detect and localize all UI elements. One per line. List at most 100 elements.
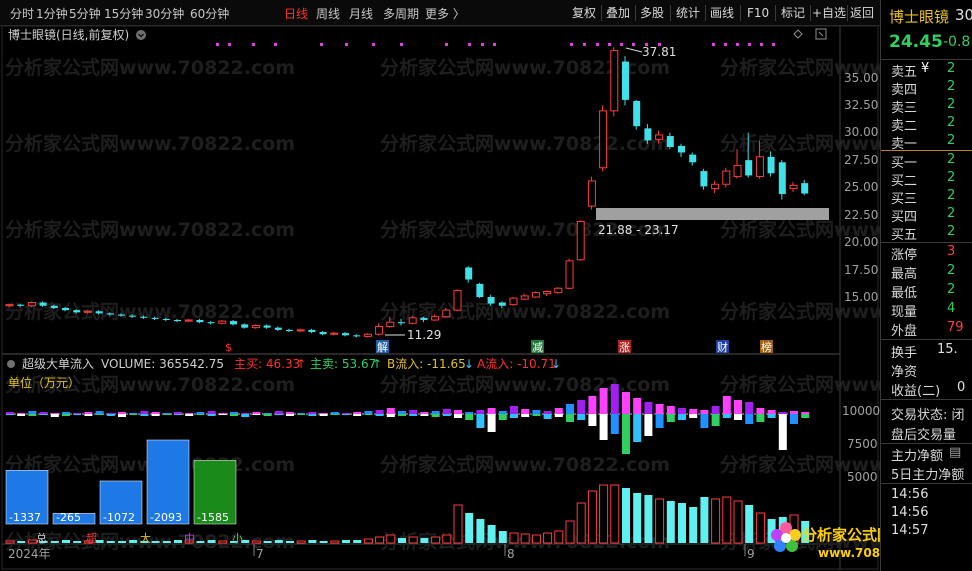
outflow-bar <box>28 414 37 416</box>
panel-divider <box>881 339 972 340</box>
bid-row-3[interactable]: 买三 2 <box>881 187 972 206</box>
tab-more[interactable]: 更多 〉 <box>425 5 465 22</box>
inflow-bar <box>196 412 205 414</box>
signal-dot <box>372 43 375 46</box>
stat-label: 现量 <box>891 305 918 319</box>
volume-bar <box>633 493 642 543</box>
signal-dot <box>274 43 277 46</box>
candle-body <box>174 319 181 322</box>
event-marker-dollar[interactable]: $ <box>225 341 232 354</box>
outflow-bar <box>241 414 250 417</box>
ask-row-1[interactable]: 卖一 2 <box>881 132 972 151</box>
candle-body <box>308 329 316 333</box>
candle-body <box>576 220 585 261</box>
tab-monthly[interactable]: 月线 <box>349 5 373 22</box>
candle-body <box>241 324 249 328</box>
indicator-name: 超级大单流入 <box>22 356 94 371</box>
tab-5min[interactable]: 5分钟 <box>69 5 101 22</box>
stats-button[interactable]: 统计 <box>676 4 700 22</box>
inflow-bar <box>140 411 149 414</box>
tab-30min[interactable]: 30分钟 <box>145 5 184 22</box>
volume-bar <box>610 484 620 544</box>
trade-status[interactable]: 交易状态: 闭 <box>881 403 972 422</box>
diamond-icon[interactable] <box>793 29 803 39</box>
inflow-bar <box>252 412 261 414</box>
bid-row-5[interactable]: 买五 2 <box>881 223 972 242</box>
bid-price: 2 <box>947 206 956 221</box>
tick-time-row: 14:57 <box>881 522 972 541</box>
tab-weekly[interactable]: 周线 <box>316 5 340 22</box>
outflow-bar <box>801 414 810 418</box>
toolbar-divider <box>705 5 706 21</box>
tab-intraday[interactable]: 分时 <box>10 5 34 22</box>
candle-body <box>531 292 540 298</box>
inflow-bar <box>734 400 742 414</box>
outflow-bar <box>375 414 384 416</box>
mark-button[interactable]: 标记 <box>781 4 805 22</box>
main-net-amount[interactable]: 主力净额 ▤ <box>881 444 972 463</box>
inflow-bar <box>118 412 126 414</box>
event-marker-reduce[interactable]: 减 <box>532 341 543 354</box>
five-day-net-amount[interactable]: 5日主力净额 <box>881 463 972 482</box>
bid-row-1[interactable]: 买一 2 <box>881 151 972 170</box>
event-marker-rise[interactable]: 涨 <box>619 341 630 354</box>
after-hours-volume[interactable]: 盘后交易量 <box>881 423 972 442</box>
multi-stock-button[interactable]: 多股 <box>640 4 664 22</box>
tab-multi-period[interactable]: 多周期 <box>383 5 419 22</box>
event-marker-rank[interactable]: 榜 <box>761 340 772 354</box>
outflow-bar <box>39 414 48 415</box>
volume-bar <box>319 541 328 543</box>
stat-low: 最低 2 <box>881 281 972 300</box>
outflow-bar <box>263 414 272 416</box>
volume-bar <box>722 496 732 544</box>
indicator-dropdown-icon[interactable] <box>7 360 15 368</box>
price-tick: 30.00 <box>844 125 878 139</box>
chart-area[interactable]: 分析家公式网www.70822.com 分析家公式网www.70822.com 分析… <box>0 25 972 571</box>
volume-bar <box>554 530 564 544</box>
bid-row-4[interactable]: 买四 2 <box>881 205 972 224</box>
volume-bar <box>218 540 228 544</box>
tab-daily[interactable]: 日线 <box>284 5 308 22</box>
back-button[interactable]: 返回 <box>850 4 874 22</box>
bid-row-2[interactable]: 买二 2 <box>881 169 972 188</box>
tab-1min[interactable]: 1分钟 <box>36 5 68 22</box>
low-annotation: 11.29 <box>407 328 441 342</box>
inflow-bar <box>745 402 754 414</box>
outflow-bar <box>73 414 82 415</box>
indicator-tick: 5000 <box>847 470 878 484</box>
outflow-bar <box>6 414 14 415</box>
outflow-bar <box>118 414 126 417</box>
tab-60min[interactable]: 60分钟 <box>190 5 229 22</box>
ask-row-2[interactable]: 卖二 2 <box>881 114 972 133</box>
candle-body <box>140 316 148 318</box>
volume-bar <box>5 540 15 544</box>
summary-tag-large: 大 <box>140 531 151 545</box>
draw-button[interactable]: 画线 <box>710 4 734 22</box>
stat-label: 最低 <box>891 286 918 300</box>
event-marker-unlock[interactable]: 解 <box>377 340 388 354</box>
volume-bar <box>274 540 283 543</box>
overlay-button[interactable]: 叠加 <box>606 4 630 22</box>
tab-15min[interactable]: 15分钟 <box>104 5 143 22</box>
high-pointer <box>625 47 643 53</box>
f10-button[interactable]: F10 <box>747 4 769 22</box>
candle-body <box>487 297 495 304</box>
outflow-bar <box>577 414 586 420</box>
event-marker-finance[interactable]: 财 <box>717 340 728 354</box>
ask-row-4[interactable]: 卖四 2 <box>881 78 972 97</box>
adjust-button[interactable]: 复权 <box>572 4 596 22</box>
candle-body <box>296 329 305 332</box>
inflow-bar <box>577 400 586 414</box>
candle-body <box>286 329 293 331</box>
candle-body <box>274 327 282 330</box>
title-dropdown-icon[interactable] <box>136 30 146 40</box>
ask-row-3[interactable]: 卖三 2 <box>881 96 972 115</box>
stat-label: 外盘 <box>891 324 918 338</box>
volume-bar <box>17 541 26 543</box>
candle-body <box>263 325 271 328</box>
signal-dot <box>468 43 471 46</box>
outflow-bar <box>308 414 317 416</box>
volume-bar <box>118 541 126 543</box>
add-watchlist-button[interactable]: +自选 <box>812 4 846 22</box>
ask-row-5[interactable]: 卖五 ¥2 <box>881 60 972 79</box>
